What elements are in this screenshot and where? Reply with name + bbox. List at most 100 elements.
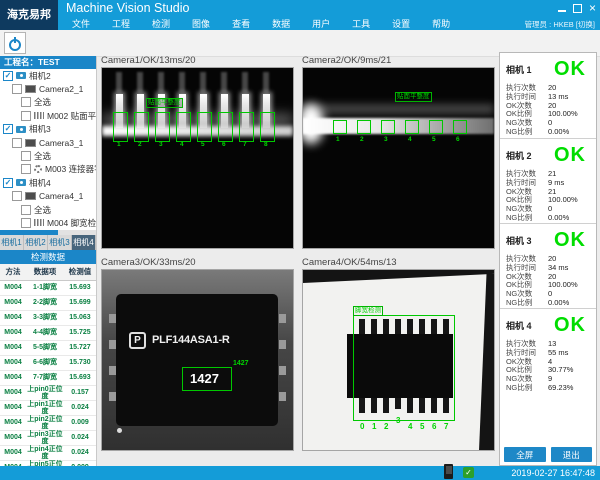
stat-value: 55 ms bbox=[548, 348, 568, 357]
tree-item-m004[interactable]: M004 脚宽检测 bbox=[0, 216, 96, 229]
stat-value: 100.00% bbox=[548, 195, 578, 204]
brand-logo: 海克易邦 bbox=[0, 0, 58, 30]
table-row[interactable]: M004上pin0正位度0.157 bbox=[0, 386, 96, 401]
tree-item-select-all[interactable]: 全选 bbox=[0, 203, 96, 216]
status-badge: OK bbox=[554, 314, 591, 337]
tree-item-m002[interactable]: M002 贴面平整度 bbox=[0, 109, 96, 122]
power-button[interactable] bbox=[4, 32, 26, 54]
tree-item-camera2-1[interactable]: Camera2_1 bbox=[0, 82, 96, 95]
checkbox-checked[interactable]: ✓ bbox=[3, 71, 13, 81]
menu-item-help[interactable]: 帮助 bbox=[432, 17, 450, 30]
table-row[interactable]: M004上pin3正位度0.024 bbox=[0, 431, 96, 446]
menu-item-image[interactable]: 图像 bbox=[192, 17, 210, 30]
table-row[interactable]: M0042-2脚宽15.699 bbox=[0, 296, 96, 311]
pin-number: 3 bbox=[159, 141, 163, 148]
table-row[interactable]: M0044-4脚宽15.725 bbox=[0, 326, 96, 341]
cell-method: M004 bbox=[0, 374, 26, 381]
table-row[interactable]: M0045-5脚宽15.727 bbox=[0, 341, 96, 356]
fullscreen-button[interactable]: 全屏 bbox=[504, 447, 546, 462]
stat-label: NG比例 bbox=[506, 212, 548, 223]
menu-item-tools[interactable]: 工具 bbox=[352, 17, 370, 30]
checkbox[interactable] bbox=[12, 84, 22, 94]
menu-item-file[interactable]: 文件 bbox=[72, 17, 90, 30]
checkbox[interactable] bbox=[12, 138, 22, 148]
table-row[interactable]: M0043-3脚宽15.063 bbox=[0, 311, 96, 326]
table-row[interactable]: M004上pin1正位度0.024 bbox=[0, 401, 96, 416]
menu-item-project[interactable]: 工程 bbox=[112, 17, 130, 30]
pin bbox=[109, 340, 116, 349]
menu-item-settings[interactable]: 设置 bbox=[392, 17, 410, 30]
admin-switch-link[interactable]: 管理员 : HKEB [切换] bbox=[525, 19, 595, 30]
tree-item-camera3[interactable]: ✓相机3 bbox=[0, 123, 96, 136]
menu-item-user[interactable]: 用户 bbox=[312, 17, 330, 30]
checkbox[interactable] bbox=[21, 111, 31, 121]
camera-tabs: 相机1 相机2 相机3 相机4 bbox=[0, 235, 96, 250]
checkbox-checked[interactable]: ✓ bbox=[3, 178, 13, 188]
cell-method: M004 bbox=[0, 344, 26, 351]
table-row[interactable]: M0047-7脚宽15.693 bbox=[0, 371, 96, 386]
pin bbox=[109, 392, 116, 401]
titlebar: 海克易邦 Machine Vision Studio × 文件 工程 检测 图像… bbox=[0, 0, 600, 30]
checkbox[interactable] bbox=[12, 191, 22, 201]
tree-item-label: 相机4 bbox=[29, 177, 51, 189]
close-icon[interactable]: × bbox=[589, 2, 596, 14]
ocr-box bbox=[182, 367, 232, 391]
tree-horizontal-scrollbar[interactable] bbox=[0, 230, 96, 235]
stat-value: 9 ms bbox=[548, 178, 564, 187]
pin-number: 4 bbox=[180, 141, 184, 148]
tab-camera4[interactable]: 相机4 bbox=[72, 235, 96, 250]
cell-item: 3-3脚宽 bbox=[26, 314, 64, 321]
pins-tool-icon bbox=[34, 112, 44, 119]
window-controls: × bbox=[558, 2, 596, 14]
gear-icon bbox=[34, 165, 42, 173]
table-row[interactable]: M0046-6脚宽15.730 bbox=[0, 356, 96, 371]
pin-number: 2 bbox=[138, 141, 142, 148]
cell-value: 15.730 bbox=[64, 359, 96, 366]
camera3-view: P PLF144ASA1-R 1427 1427 bbox=[101, 269, 294, 451]
pin-number: 4 bbox=[408, 422, 412, 431]
tree-item-camera4[interactable]: ✓ 相机4 bbox=[0, 176, 96, 189]
stat-value: 4 bbox=[548, 357, 552, 366]
pin-number: 4 bbox=[408, 136, 412, 143]
tree-item-label: M004 脚宽检测 bbox=[47, 217, 96, 229]
exit-button[interactable]: 退出 bbox=[551, 447, 593, 462]
inspection-box bbox=[381, 120, 395, 134]
tree-item-m003[interactable]: M003 连接器字符 bbox=[0, 163, 96, 176]
minimize-icon[interactable] bbox=[558, 5, 566, 12]
maximize-icon[interactable] bbox=[573, 4, 582, 13]
checkbox[interactable] bbox=[21, 164, 31, 174]
tree-item-select-all[interactable]: 全选 bbox=[0, 96, 96, 109]
tree-item-select-all[interactable]: 全选 bbox=[0, 149, 96, 162]
scrollbar-thumb[interactable] bbox=[0, 230, 58, 235]
table-row[interactable]: M0041-1脚宽15.693 bbox=[0, 281, 96, 296]
checkbox[interactable] bbox=[21, 205, 31, 215]
pin-number: 0 bbox=[360, 422, 364, 431]
tree-item-label: 全选 bbox=[34, 150, 51, 162]
checkbox[interactable] bbox=[21, 151, 31, 161]
tab-camera3[interactable]: 相机3 bbox=[48, 235, 72, 250]
tree-item-camera4-1[interactable]: Camera4_1 bbox=[0, 190, 96, 203]
checkbox[interactable] bbox=[21, 218, 31, 228]
menu-item-view[interactable]: 查看 bbox=[232, 17, 250, 30]
menu-item-inspect[interactable]: 检测 bbox=[152, 17, 170, 30]
menu-item-data[interactable]: 数据 bbox=[272, 17, 290, 30]
checkbox-checked[interactable]: ✓ bbox=[3, 124, 13, 134]
tree-item-camera2[interactable]: ✓相机2 bbox=[0, 69, 96, 82]
inspection-box bbox=[197, 112, 212, 142]
cell-value: 0.009 bbox=[64, 419, 96, 426]
pin-number: 5 bbox=[420, 422, 424, 431]
table-row[interactable]: M004上pin4正位度0.024 bbox=[0, 446, 96, 461]
stat-camera-name: 相机 4 bbox=[506, 319, 532, 332]
tab-camera1[interactable]: 相机1 bbox=[0, 235, 24, 250]
tree-item-camera3-1[interactable]: Camera3_1 bbox=[0, 136, 96, 149]
checkbox[interactable] bbox=[21, 97, 31, 107]
tree-item-label: Camera3_1 bbox=[39, 138, 83, 148]
camera3-panel: Camera3/OK/33ms/20 P PLF144ASA1-R 1427 1… bbox=[101, 256, 296, 451]
table-row[interactable]: M004上pin2正位度0.009 bbox=[0, 416, 96, 431]
cell-method: M004 bbox=[0, 404, 26, 411]
pin bbox=[109, 366, 116, 375]
stats-camera3: 相机 3OK 执行次数20 执行时间34 ms OK次数20 OK比例100.0… bbox=[500, 223, 596, 308]
stat-value: 30.77% bbox=[548, 365, 573, 374]
tab-camera2[interactable]: 相机2 bbox=[24, 235, 48, 250]
cell-value: 0.157 bbox=[64, 389, 96, 396]
